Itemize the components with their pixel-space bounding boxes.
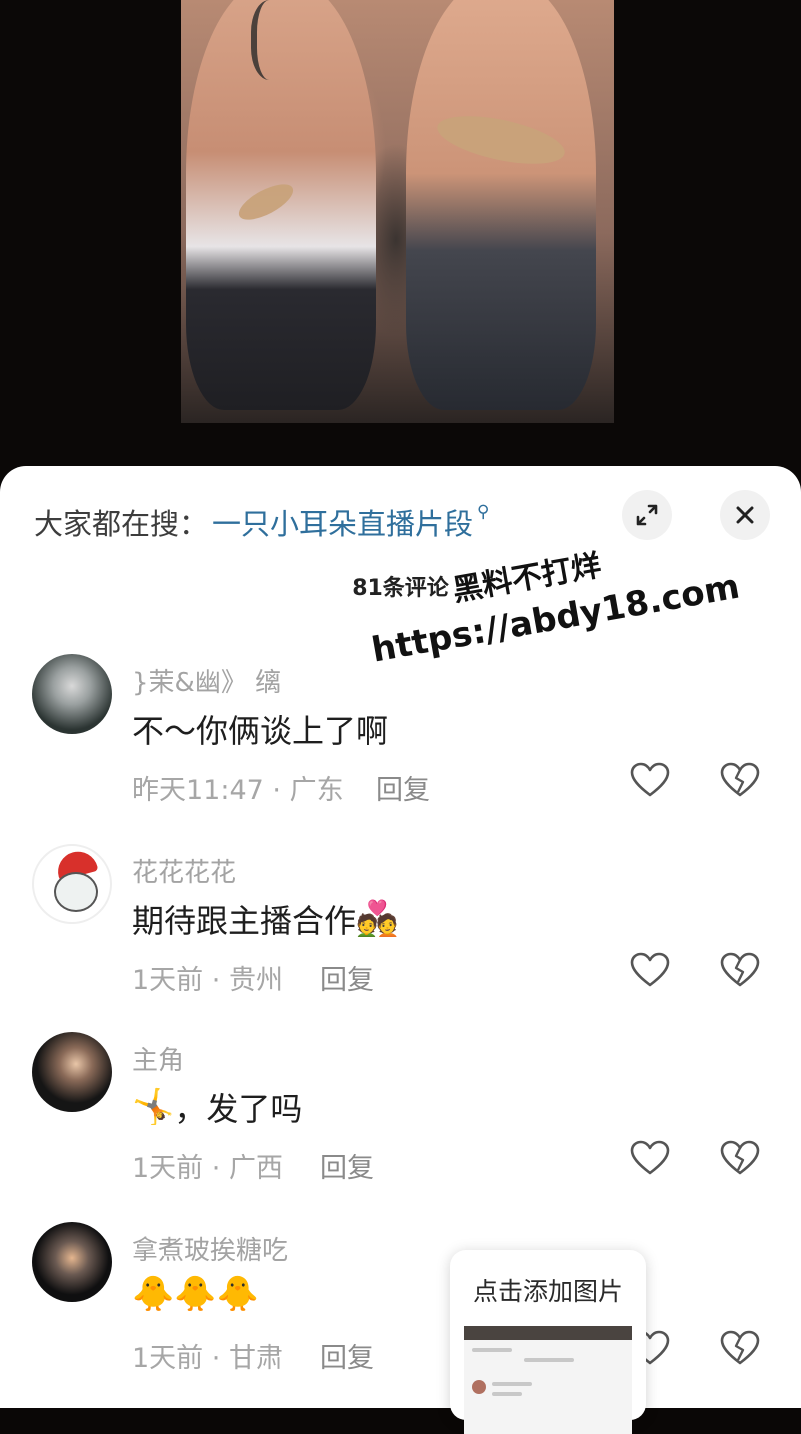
comment-time: 昨天11:47 — [132, 775, 264, 806]
image-thumbnail — [464, 1326, 632, 1434]
snowman-face — [54, 872, 98, 912]
comment-location: 贵州 — [228, 965, 283, 996]
comment-item: 花花花花 期待跟主播合作 💑 1天前 · 贵州 回复 — [0, 844, 801, 1014]
comment-item: 主角 🤸 ，发了吗 1天前 · 广西 回复 — [0, 1032, 801, 1202]
chick-emoji: 🐥🐥🐥 — [132, 1274, 260, 1314]
comment-username[interactable]: 花花花花 — [132, 852, 236, 889]
broken-heart-icon[interactable] — [718, 948, 762, 992]
meta-separator: · — [272, 775, 290, 806]
thumb-avatar — [472, 1380, 486, 1394]
close-button[interactable] — [720, 490, 770, 540]
comment-meta: 昨天11:47 · 广东 — [132, 768, 344, 807]
video-frame[interactable] — [0, 0, 801, 470]
broken-heart-icon[interactable] — [718, 1326, 762, 1370]
comment-location: 广东 — [289, 775, 344, 806]
comment-username[interactable]: 拿煮玻挨糖吃 — [132, 1230, 288, 1267]
heart-icon[interactable] — [628, 948, 672, 992]
avatar[interactable] — [32, 844, 112, 924]
reply-button[interactable]: 回复 — [320, 958, 374, 997]
comment-meta: 1天前 · 甘肃 — [132, 1336, 283, 1375]
comment-text: 🐥🐥🐥 — [132, 1274, 259, 1314]
comment-sheet: 大家都在搜： 一只小耳朵直播片段 ⚲ 81条评论 }茉&幽》 缡 不～你俩谈上了… — [0, 466, 801, 1408]
comment-text-content: 不～你俩谈上了啊 — [132, 712, 389, 750]
comment-time: 1天前 — [132, 965, 204, 996]
comment-text-content: ，发了吗 — [174, 1090, 303, 1128]
heart-icon[interactable] — [628, 758, 672, 802]
meta-separator: · — [211, 965, 229, 996]
person-right — [406, 0, 596, 410]
thumb-line — [472, 1348, 512, 1352]
meta-separator: · — [211, 1153, 229, 1184]
comment-meta: 1天前 · 贵州 — [132, 958, 283, 997]
reply-button[interactable]: 回复 — [376, 768, 430, 807]
comment-item: 拿煮玻挨糖吃 🐥🐥🐥 1天前 · 甘肃 回复 — [0, 1222, 801, 1392]
meta-separator: · — [211, 1343, 229, 1374]
thumb-line — [492, 1392, 522, 1396]
thumb-line — [492, 1382, 532, 1386]
comment-location: 甘肃 — [228, 1343, 283, 1374]
thumb-line — [524, 1358, 574, 1362]
comment-username[interactable]: }茉&幽》 缡 — [132, 662, 281, 699]
comment-count: 81条评论 — [352, 576, 449, 601]
tattoo — [251, 0, 297, 80]
comment-location: 广西 — [228, 1153, 283, 1184]
avatar[interactable] — [32, 1032, 112, 1112]
comment-time: 1天前 — [132, 1153, 204, 1184]
search-icon[interactable]: ⚲ — [477, 502, 489, 522]
trending-search-label: 大家都在搜： — [34, 507, 209, 541]
add-image-label: 点击添加图片 — [472, 1277, 623, 1306]
expand-icon — [636, 504, 658, 526]
broken-heart-icon[interactable] — [718, 1136, 762, 1180]
comment-username[interactable]: 主角 — [132, 1040, 184, 1077]
comment-text: 🤸 ，发了吗 — [132, 1084, 302, 1130]
avatar[interactable] — [32, 654, 112, 734]
trending-search[interactable]: 大家都在搜： 一只小耳朵直播片段 ⚲ — [34, 500, 489, 544]
cartwheel-emoji: 🤸 — [132, 1087, 175, 1127]
comment-text-content: 期待跟主播合作 — [132, 902, 357, 940]
comment-text: 不～你俩谈上了啊 — [132, 706, 388, 752]
comment-meta: 1天前 · 广西 — [132, 1146, 283, 1185]
comment-item: }茉&幽》 缡 不～你俩谈上了啊 昨天11:47 · 广东 回复 — [0, 654, 801, 824]
comment-time: 1天前 — [132, 1343, 204, 1374]
heart-icon[interactable] — [628, 1136, 672, 1180]
couple-emoji: 💑 — [356, 899, 399, 939]
reply-button[interactable]: 回复 — [320, 1146, 374, 1185]
expand-button[interactable] — [622, 490, 672, 540]
close-icon — [736, 506, 754, 524]
avatar[interactable] — [32, 1222, 112, 1302]
broken-heart-icon[interactable] — [718, 758, 762, 802]
trending-search-query[interactable]: 一只小耳朵直播片段 — [212, 501, 473, 543]
photo — [181, 0, 614, 423]
comment-text: 期待跟主播合作 💑 — [132, 896, 398, 942]
reply-button[interactable]: 回复 — [320, 1336, 374, 1375]
add-image-card[interactable]: 点击添加图片 — [450, 1250, 646, 1434]
